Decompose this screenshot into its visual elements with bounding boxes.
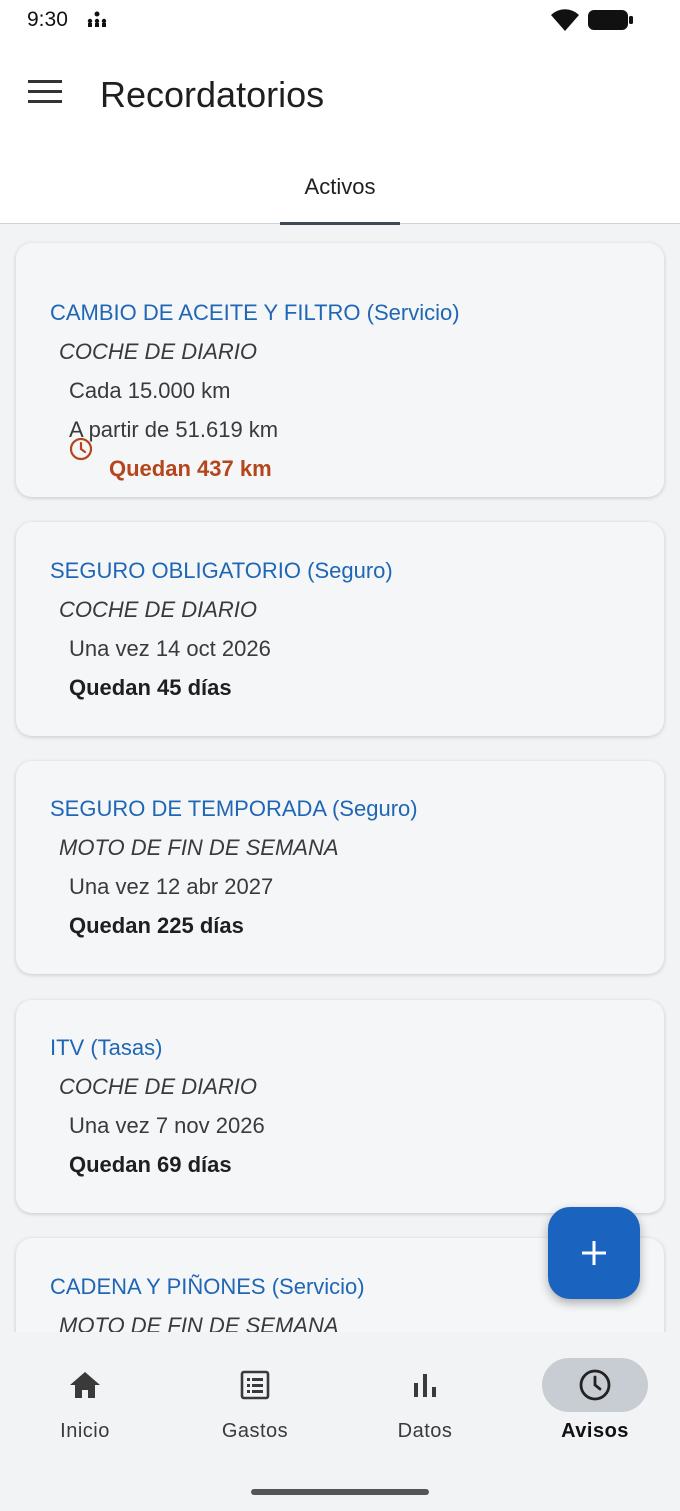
battery-icon — [588, 10, 633, 30]
receipt-list-icon — [240, 1370, 270, 1400]
nav-label: Avisos — [561, 1420, 629, 1442]
reminder-interval: Cada 15.000 km — [69, 378, 231, 403]
reminder-vehicle: MOTO DE FIN DE SEMANA — [59, 835, 339, 860]
reminder-name: ITV (Tasas) — [50, 1035, 163, 1060]
reminder-remaining: Quedan 437 km — [109, 456, 272, 481]
nav-label: Datos — [397, 1420, 453, 1442]
reminder-card[interactable]: ITV (Tasas) COCHE DE DIARIO Una vez 7 no… — [16, 1000, 664, 1213]
reminder-name: SEGURO DE TEMPORADA (Seguro) — [50, 796, 418, 821]
reminder-card[interactable]: SEGURO DE TEMPORADA (Seguro) MOTO DE FIN… — [16, 761, 664, 974]
nav-icon-wrap — [384, 1358, 466, 1412]
nav-icon-wrap — [44, 1358, 126, 1412]
tab-bar: Activos — [0, 150, 680, 225]
home-icon — [70, 1372, 100, 1398]
reminder-name: CAMBIO DE ACEITE Y FILTRO (Servicio) — [50, 300, 460, 325]
hamburger-menu-icon[interactable] — [28, 78, 64, 106]
wifi-icon — [551, 9, 579, 31]
reminder-vehicle: COCHE DE DIARIO — [59, 597, 258, 622]
reminder-date: Una vez 7 nov 2026 — [69, 1113, 265, 1138]
reminder-start: A partir de 51.619 km — [69, 417, 279, 442]
nav-item-avisos[interactable]: Avisos — [500, 1332, 670, 1452]
add-reminder-button[interactable] — [548, 1207, 640, 1299]
reminder-name: CADENA Y PIÑONES (Servicio) — [50, 1274, 365, 1299]
app-bar: Recordatorios — [0, 40, 680, 150]
notification-icon — [87, 11, 107, 27]
page-title: Recordatorios — [100, 74, 325, 115]
nav-label: Gastos — [221, 1420, 289, 1442]
status-time: 9:30 — [27, 8, 68, 31]
reminder-name: SEGURO OBLIGATORIO (Seguro) — [50, 558, 393, 583]
tab-label: Activos — [304, 174, 376, 199]
clock-alert-icon — [69, 437, 93, 461]
nav-item-gastos[interactable]: Gastos — [170, 1332, 340, 1452]
reminder-remaining: Quedan 45 días — [69, 675, 232, 700]
reminder-date: Una vez 14 oct 2026 — [69, 636, 271, 661]
tab-activos[interactable]: Activos — [280, 150, 400, 225]
reminder-remaining: Quedan 69 días — [69, 1152, 232, 1177]
bar-chart-icon — [414, 1374, 436, 1397]
plus-icon — [582, 1241, 606, 1265]
reminder-list[interactable]: CAMBIO DE ACEITE Y FILTRO (Servicio) COC… — [0, 224, 680, 1332]
reminder-card[interactable]: CAMBIO DE ACEITE Y FILTRO (Servicio) COC… — [16, 243, 664, 497]
reminder-vehicle: COCHE DE DIARIO — [59, 339, 258, 364]
nav-item-datos[interactable]: Datos — [340, 1332, 510, 1452]
reminder-date: Una vez 12 abr 2027 — [69, 874, 274, 899]
nav-item-inicio[interactable]: Inicio — [0, 1332, 170, 1452]
clock-icon — [579, 1369, 611, 1401]
nav-icon-wrap — [214, 1358, 296, 1412]
bottom-navigation: Inicio Gastos Datos Avisos — [0, 1332, 680, 1511]
nav-label: Inicio — [60, 1420, 110, 1442]
reminder-remaining: Quedan 225 días — [69, 913, 244, 938]
home-indicator[interactable] — [251, 1489, 429, 1495]
status-bar: 9:30 — [0, 0, 680, 40]
reminder-vehicle: COCHE DE DIARIO — [59, 1074, 258, 1099]
reminder-vehicle: MOTO DE FIN DE SEMANA — [59, 1313, 339, 1332]
nav-icon-wrap — [542, 1358, 648, 1412]
reminder-card[interactable]: SEGURO OBLIGATORIO (Seguro) COCHE DE DIA… — [16, 522, 664, 736]
